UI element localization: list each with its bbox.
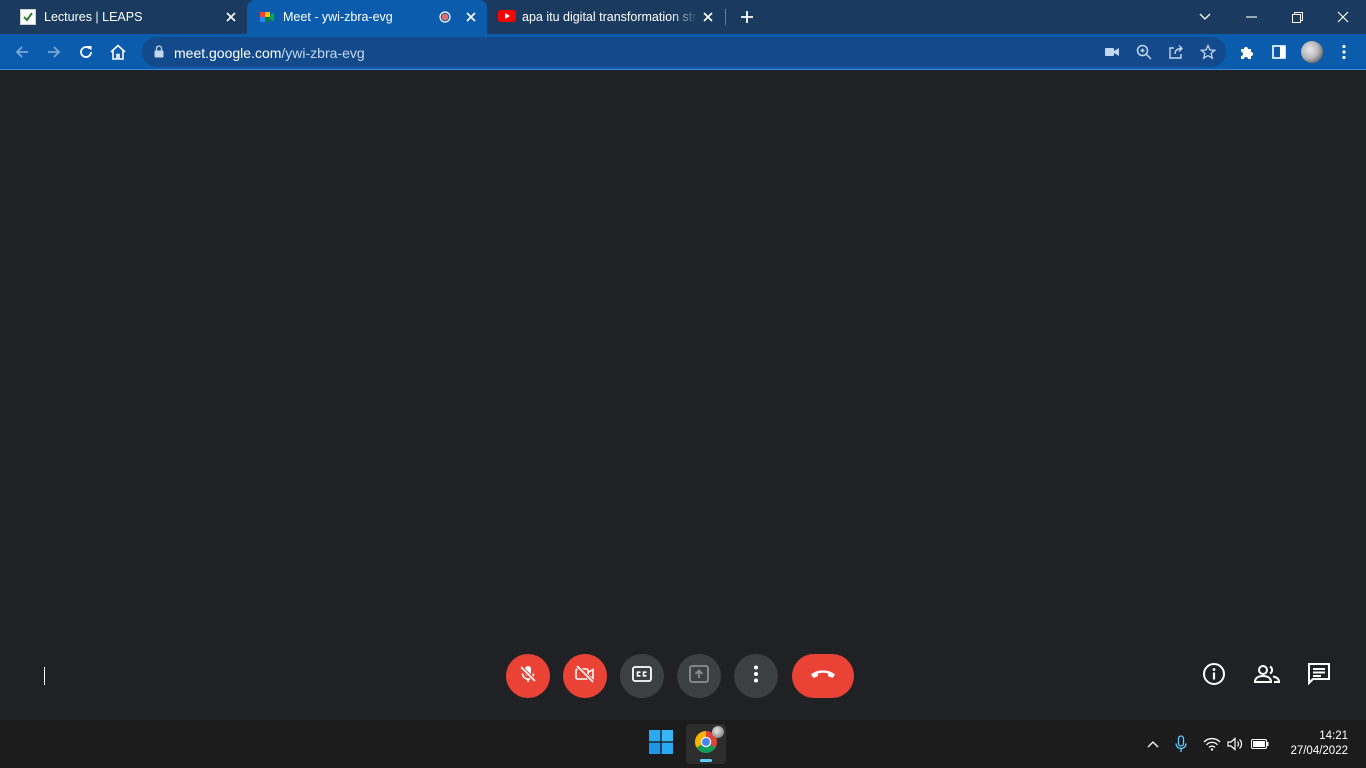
close-tab-icon[interactable] — [221, 7, 241, 27]
tab-separator — [725, 9, 726, 25]
tab-title: apa itu digital transformation strategy — [522, 10, 698, 24]
tab-title: Meet - ywi-zbra-evg — [283, 10, 393, 24]
new-tab-icon[interactable] — [737, 7, 757, 27]
url-path: /ywi-zbra-evg — [281, 45, 365, 61]
clock-time: 14:21 — [1319, 730, 1348, 742]
recording-indicator-icon — [439, 11, 451, 23]
google-meet-favicon-icon — [259, 9, 275, 25]
back-arrow-icon[interactable] — [10, 40, 34, 64]
home-icon[interactable] — [106, 40, 130, 64]
closed-captions-icon — [632, 665, 652, 687]
microphone-off-button[interactable] — [506, 654, 550, 698]
tab-search-icon[interactable] — [1182, 0, 1228, 34]
people-icon — [1253, 663, 1281, 690]
forward-arrow-icon[interactable] — [42, 40, 66, 64]
wifi-icon[interactable] — [1203, 735, 1221, 753]
present-screen-icon — [689, 664, 709, 688]
captions-button[interactable] — [620, 654, 664, 698]
chat-icon — [1307, 662, 1331, 691]
present-screen-button[interactable] — [677, 654, 721, 698]
start-button[interactable] — [641, 724, 681, 764]
more-options-button[interactable] — [734, 654, 778, 698]
people-button[interactable] — [1253, 662, 1281, 690]
bookmark-star-icon[interactable] — [1199, 43, 1217, 61]
windows-logo-icon — [649, 729, 673, 759]
info-icon — [1202, 662, 1226, 691]
tab-youtube[interactable]: apa itu digital transformation strategy — [487, 0, 724, 34]
microphone-off-icon — [518, 664, 538, 689]
chat-button[interactable] — [1305, 662, 1333, 690]
side-panel-icon[interactable] — [1267, 40, 1291, 64]
reload-icon[interactable] — [74, 40, 98, 64]
chrome-menu-icon[interactable] — [1332, 40, 1356, 64]
more-vertical-icon — [754, 665, 758, 688]
profile-avatar[interactable] — [1301, 41, 1323, 63]
extensions-puzzle-icon[interactable] — [1235, 40, 1259, 64]
share-icon[interactable] — [1167, 43, 1185, 61]
taskbar-chrome[interactable] — [686, 724, 726, 764]
microphone-in-use-icon[interactable] — [1172, 735, 1190, 753]
meet-call-area — [0, 71, 1366, 720]
camera-off-icon — [574, 664, 596, 689]
tab-strip: Lectures | LEAPS Meet - ywi-zbra-evg apa — [0, 0, 1366, 34]
battery-icon[interactable] — [1251, 735, 1269, 753]
tab-lectures-leaps[interactable]: Lectures | LEAPS — [0, 0, 247, 34]
tab-title: Lectures | LEAPS — [44, 10, 143, 24]
meeting-details-button[interactable] — [1200, 662, 1228, 690]
zoom-icon[interactable] — [1135, 43, 1153, 61]
chrome-profile-badge — [712, 726, 724, 738]
text-cursor — [44, 667, 45, 685]
url-host: meet.google.com — [174, 45, 282, 61]
running-indicator — [700, 759, 712, 762]
close-tab-icon[interactable] — [698, 7, 718, 27]
tab-google-meet[interactable]: Meet - ywi-zbra-evg — [247, 0, 487, 34]
address-bar[interactable]: meet.google.com/ywi-zbra-evg — [142, 37, 1226, 67]
url-text: meet.google.com/ywi-zbra-evg — [174, 45, 365, 61]
system-clock[interactable]: 14:21 27/04/2022 — [1278, 729, 1348, 759]
leave-call-button[interactable] — [792, 654, 854, 698]
leaps-favicon-icon — [20, 9, 36, 25]
camera-off-button[interactable] — [563, 654, 607, 698]
restore-icon[interactable] — [1274, 0, 1320, 34]
clock-date: 27/04/2022 — [1290, 745, 1348, 757]
volume-icon[interactable] — [1227, 735, 1245, 753]
windows-taskbar: 14:21 27/04/2022 — [0, 720, 1366, 768]
show-hidden-icons-chevron-up-icon[interactable] — [1144, 735, 1162, 753]
camera-in-use-icon[interactable] — [1103, 43, 1121, 61]
minimize-icon[interactable] — [1228, 0, 1274, 34]
youtube-favicon-icon — [498, 9, 516, 25]
close-window-icon[interactable] — [1320, 0, 1366, 34]
hang-up-phone-icon — [809, 667, 837, 685]
lock-icon[interactable] — [154, 45, 164, 63]
close-tab-icon[interactable] — [461, 7, 481, 27]
browser-toolbar: meet.google.com/ywi-zbra-evg — [0, 34, 1366, 70]
